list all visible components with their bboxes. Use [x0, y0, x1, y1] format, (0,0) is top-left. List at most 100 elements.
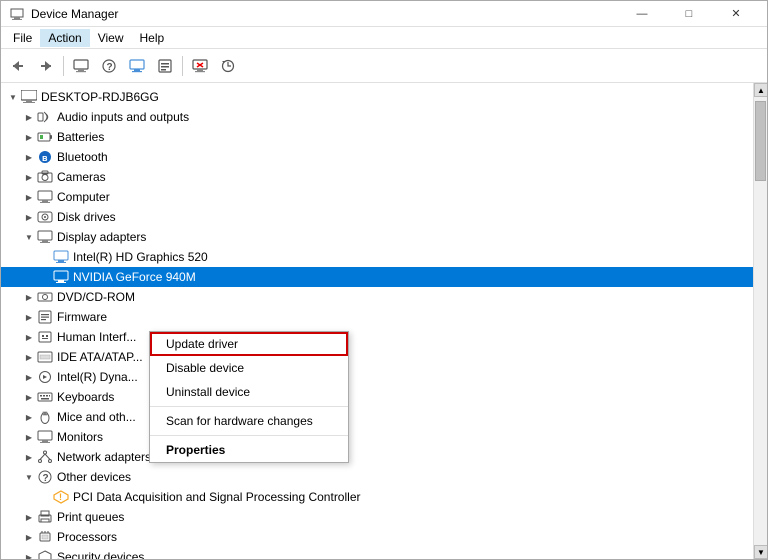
scroll-thumb[interactable]	[755, 101, 766, 181]
context-menu-scan[interactable]: Scan for hardware changes	[150, 409, 348, 433]
print-expander[interactable]: ▶	[21, 509, 37, 525]
context-menu: Update driver Disable device Uninstall d…	[149, 331, 349, 463]
audio-expander[interactable]: ▶	[21, 109, 37, 125]
bluetooth-label: Bluetooth	[57, 150, 108, 164]
close-button[interactable]: ✕	[713, 1, 759, 27]
forward-button[interactable]	[33, 53, 59, 79]
tree-item-processors[interactable]: ▶ Processors	[1, 527, 753, 547]
tree-item-computer[interactable]: ▶ Computer	[1, 187, 753, 207]
remove-button[interactable]	[187, 53, 213, 79]
human-expander[interactable]: ▶	[21, 329, 37, 345]
menu-file[interactable]: File	[5, 29, 40, 47]
device-manager-button[interactable]	[124, 53, 150, 79]
processors-label: Processors	[57, 530, 117, 544]
window-title: Device Manager	[31, 7, 619, 21]
minimize-button[interactable]: —	[619, 1, 665, 27]
svg-text:ʙ: ʙ	[42, 153, 48, 163]
tree-panel[interactable]: ▼ DESKTOP-RDJB6GG ▶	[1, 83, 753, 559]
security-label: Security devices	[57, 550, 144, 559]
intel-dyn-expander[interactable]: ▶	[21, 369, 37, 385]
tree-item-nvidia[interactable]: ▶ NVIDIA GeForce 940M	[1, 267, 753, 287]
tree-item-display[interactable]: ▼ Display adapters	[1, 227, 753, 247]
batteries-expander[interactable]: ▶	[21, 129, 37, 145]
human-label: Human Interf...	[57, 330, 136, 344]
menu-bar: File Action View Help	[1, 27, 767, 49]
context-menu-disable-device[interactable]: Disable device	[150, 356, 348, 380]
nvidia-label: NVIDIA GeForce 940M	[73, 270, 196, 284]
root-expander[interactable]: ▼	[5, 89, 21, 105]
tree-item-print[interactable]: ▶ Print queues	[1, 507, 753, 527]
tree-root[interactable]: ▼ DESKTOP-RDJB6GG	[1, 87, 753, 107]
cameras-expander[interactable]: ▶	[21, 169, 37, 185]
monitors-expander[interactable]: ▶	[21, 429, 37, 445]
tree-item-other[interactable]: ▼ ? Other devices	[1, 467, 753, 487]
other-icon: ?	[37, 469, 53, 485]
menu-help[interactable]: Help	[132, 29, 173, 47]
menu-action[interactable]: Action	[40, 29, 89, 47]
disk-label: Disk drives	[57, 210, 116, 224]
ide-expander[interactable]: ▶	[21, 349, 37, 365]
tree-item-keyboards[interactable]: ▶ Keyboards	[1, 387, 753, 407]
svg-text:?: ?	[107, 62, 113, 73]
tree-item-monitors[interactable]: ▶ Monitors	[1, 427, 753, 447]
tree-item-bluetooth[interactable]: ▶ ʙ Bluetooth	[1, 147, 753, 167]
tree-item-audio[interactable]: ▶ Audio inputs and outputs	[1, 107, 753, 127]
dvd-label: DVD/CD-ROM	[57, 290, 135, 304]
separator-1	[63, 56, 64, 76]
context-menu-sep2	[150, 435, 348, 436]
intel-hd-label: Intel(R) HD Graphics 520	[73, 250, 208, 264]
intel-hd-icon	[53, 249, 69, 265]
title-bar: Device Manager — □ ✕	[1, 1, 767, 27]
tree-item-mice[interactable]: ▶ Mice and oth...	[1, 407, 753, 427]
scan-button[interactable]	[215, 53, 241, 79]
tree-item-dvd[interactable]: ▶ DVD/CD-ROM	[1, 287, 753, 307]
display-label: Display adapters	[57, 230, 146, 244]
tree-item-intel-dyn[interactable]: ▶ Intel(R) Dyna...	[1, 367, 753, 387]
firmware-icon	[37, 309, 53, 325]
window-controls: — □ ✕	[619, 1, 759, 27]
computer-button[interactable]	[68, 53, 94, 79]
disk-expander[interactable]: ▶	[21, 209, 37, 225]
context-menu-update-driver[interactable]: Update driver	[150, 332, 348, 356]
keyboards-expander[interactable]: ▶	[21, 389, 37, 405]
tree-item-batteries[interactable]: ▶ Batteries	[1, 127, 753, 147]
computer-expander[interactable]: ▶	[21, 189, 37, 205]
dvd-expander[interactable]: ▶	[21, 289, 37, 305]
display-icon	[37, 229, 53, 245]
firmware-expander[interactable]: ▶	[21, 309, 37, 325]
network-icon	[37, 449, 53, 465]
tree-item-cameras[interactable]: ▶ Cameras	[1, 167, 753, 187]
app-icon	[9, 6, 25, 22]
firmware-label: Firmware	[57, 310, 107, 324]
bluetooth-expander[interactable]: ▶	[21, 149, 37, 165]
scrollbar[interactable]: ▲ ▼	[753, 83, 767, 559]
display-expander[interactable]: ▼	[21, 229, 37, 245]
monitors-icon	[37, 429, 53, 445]
ide-label: IDE ATA/ATAP...	[57, 350, 143, 364]
other-expander[interactable]: ▼	[21, 469, 37, 485]
help-button[interactable]: ?	[96, 53, 122, 79]
tree-item-firmware[interactable]: ▶ Firmware	[1, 307, 753, 327]
tree-item-disk[interactable]: ▶ Disk drives	[1, 207, 753, 227]
scroll-track[interactable]	[754, 97, 767, 545]
intel-dyn-icon	[37, 369, 53, 385]
tree-item-intel-hd[interactable]: ▶ Intel(R) HD Graphics 520	[1, 247, 753, 267]
maximize-button[interactable]: □	[666, 1, 712, 27]
tree-item-ide[interactable]: ▶ IDE ATA/ATAP...	[1, 347, 753, 367]
network-expander[interactable]: ▶	[21, 449, 37, 465]
processors-expander[interactable]: ▶	[21, 529, 37, 545]
tree-item-security[interactable]: ▶ Security devices	[1, 547, 753, 559]
scroll-down-button[interactable]: ▼	[754, 545, 767, 559]
back-button[interactable]	[5, 53, 31, 79]
properties-button[interactable]	[152, 53, 178, 79]
context-menu-properties[interactable]: Properties	[150, 438, 348, 462]
tree-item-pci[interactable]: ▶ ! PCI Data Acquisition and Signal Proc…	[1, 487, 753, 507]
tree-item-human[interactable]: ▶ Human Interf...	[1, 327, 753, 347]
scroll-up-button[interactable]: ▲	[754, 83, 767, 97]
tree-item-network[interactable]: ▶ Network adapters	[1, 447, 753, 467]
context-menu-uninstall-device[interactable]: Uninstall device	[150, 380, 348, 404]
menu-view[interactable]: View	[90, 29, 132, 47]
mice-expander[interactable]: ▶	[21, 409, 37, 425]
security-expander[interactable]: ▶	[21, 549, 37, 559]
pci-icon: !	[53, 489, 69, 505]
